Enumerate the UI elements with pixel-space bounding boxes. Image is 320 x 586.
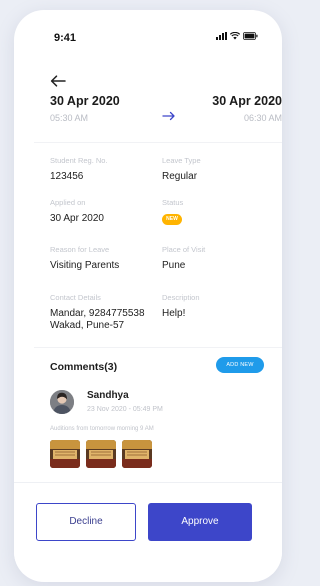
description-label: Description: [162, 293, 200, 302]
field-contact: Contact Details Mandar, 9284775538 Wakad…: [50, 293, 145, 332]
comments-title: Comments(3): [50, 361, 118, 373]
from-date-block: 30 Apr 2020 05:30 AM: [50, 94, 120, 123]
leave-type-label: Leave Type: [162, 156, 201, 165]
back-arrow-icon[interactable]: [50, 74, 66, 87]
leave-type-value: Regular: [162, 171, 198, 182]
field-place: Place of Visit Pune: [162, 245, 205, 272]
phone-frame: 9:41 30 Apr 2020 05:30 AM 30 Apr 2020 06…: [14, 10, 282, 582]
applied-on-label: Applied on: [50, 198, 86, 207]
to-date-block: 30 Apr 2020 06:30 AM: [212, 94, 282, 123]
comment-attachments: [50, 440, 152, 468]
reason-label: Reason for Leave: [50, 245, 110, 254]
contact-line-2: Wakad, Pune-57: [50, 320, 125, 331]
divider: [34, 142, 282, 143]
attachment-thumbnail[interactable]: [50, 440, 80, 468]
contact-value: Mandar, 9284775538 Wakad, Pune-57: [50, 308, 145, 332]
to-date: 30 Apr 2020: [212, 94, 282, 108]
arrow-right-icon: [162, 108, 176, 126]
divider: [34, 347, 282, 348]
field-description: Description Help!: [162, 293, 200, 320]
add-comment-button[interactable]: ADD NEW: [216, 357, 264, 373]
field-status: Status NEW: [162, 198, 183, 225]
field-reg-no: Student Reg. No. 123456: [50, 156, 108, 183]
leave-date-range: 30 Apr 2020 05:30 AM 30 Apr 2020 06:30 A…: [50, 94, 282, 134]
comment-text: Auditions from tomorrow morning 9 AM: [50, 426, 154, 432]
attachment-thumbnail[interactable]: [86, 440, 116, 468]
from-date: 30 Apr 2020: [50, 94, 120, 108]
place-label: Place of Visit: [162, 245, 206, 254]
to-time: 06:30 AM: [243, 113, 282, 123]
reg-no-label: Student Reg. No.: [50, 156, 108, 165]
from-time: 05:30 AM: [50, 113, 89, 123]
reg-no-value: 123456: [50, 171, 84, 182]
attachment-thumbnail[interactable]: [122, 440, 152, 468]
decline-button[interactable]: Decline: [36, 503, 136, 541]
signal-icon: [216, 32, 227, 40]
status-time: 9:41: [54, 32, 77, 44]
battery-icon: [243, 32, 258, 40]
approve-button[interactable]: Approve: [148, 503, 252, 541]
status-label: Status: [162, 198, 184, 207]
field-leave-type: Leave Type Regular: [162, 156, 201, 183]
wifi-icon: [230, 32, 240, 40]
system-icons: [216, 32, 258, 40]
place-value: Pune: [162, 260, 186, 271]
contact-label: Contact Details: [50, 293, 101, 302]
description-value: Help!: [162, 308, 186, 319]
field-reason: Reason for Leave Visiting Parents: [50, 245, 119, 272]
reason-value: Visiting Parents: [50, 260, 120, 271]
comment-timestamp: 23 Nov 2020 - 05:49 PM: [87, 406, 163, 413]
status-bar: 9:41: [14, 10, 282, 50]
contact-line-1: Mandar, 9284775538: [50, 308, 145, 319]
applied-on-value: 30 Apr 2020: [50, 213, 104, 224]
status-badge: NEW: [162, 214, 182, 225]
field-applied-on: Applied on 30 Apr 2020: [50, 198, 104, 225]
comment-author: Sandhya: [87, 390, 129, 401]
avatar: [50, 390, 74, 414]
